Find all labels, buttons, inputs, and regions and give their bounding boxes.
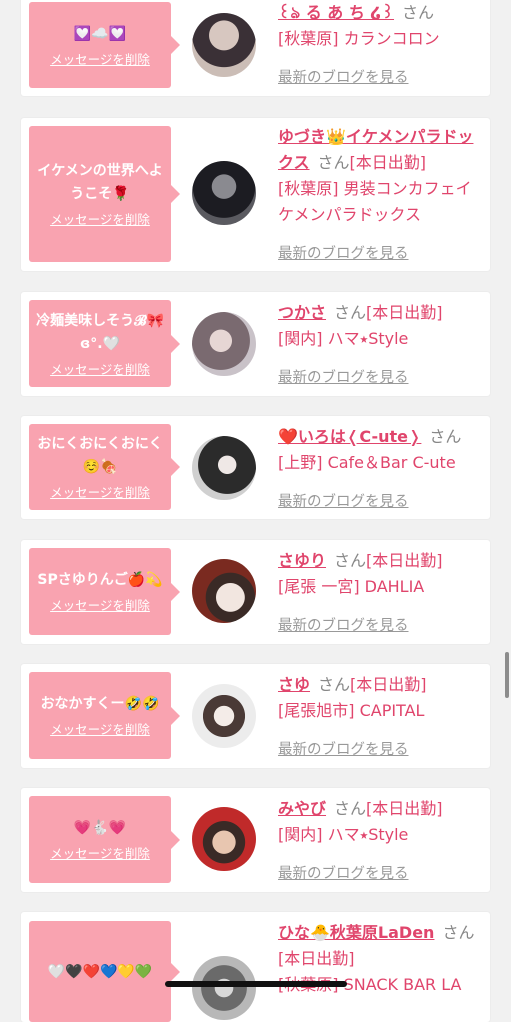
latest-blog-link[interactable]: 最新のブログを見る xyxy=(278,490,409,511)
message-bubble: 💟☁️💟 メッセージを削除 xyxy=(29,2,180,88)
delete-message-link[interactable]: メッセージを削除 xyxy=(50,362,150,378)
avatar[interactable] xyxy=(192,312,256,376)
honorific: さん xyxy=(334,551,367,570)
shift-status: [本日出勤] xyxy=(349,153,427,172)
message-bubble: 冷麺美味しそう𝓑🎀ɞ°.🤍 メッセージを削除 xyxy=(29,300,180,387)
honorific: さん xyxy=(429,427,462,446)
message-bubble: 🤍🖤❤️💙💛💚 xyxy=(29,921,180,1022)
list-item: おなかすくー🤣🤣 メッセージを削除 さゆ さん[本日出勤] [尾張旭市] CAPI… xyxy=(21,664,490,768)
shift-status: [本日出勤] xyxy=(366,551,443,570)
delete-message-link[interactable]: メッセージを削除 xyxy=(50,212,150,228)
message-bubble: 💗🐇💗 メッセージを削除 xyxy=(29,796,180,883)
shift-status: [本日出勤] xyxy=(366,303,443,322)
list-item: 🤍🖤❤️💙💛💚 ひな🐣秋葉原LaDen さん[本日出勤] [秋葉原] SNACK … xyxy=(21,912,490,1022)
list-item: おにくおにくおにく☺️🍖 メッセージを削除 ❤️いろは❬C-ute❭ さん [上野… xyxy=(21,416,490,519)
shop-name: [上野] Cafe＆Bar C-ute xyxy=(278,453,456,472)
home-indicator[interactable] xyxy=(165,981,347,987)
message-text: 💗🐇💗 xyxy=(73,820,127,836)
delete-message-link[interactable]: メッセージを削除 xyxy=(50,846,150,862)
avatar[interactable] xyxy=(192,13,256,77)
latest-blog-link[interactable]: 最新のブログを見る xyxy=(278,66,409,87)
avatar[interactable] xyxy=(192,807,256,871)
list-item: イケメンの世界へようこそ🌹 メッセージを削除 ゆづき👑イケメンパラドックス さん[… xyxy=(21,118,490,271)
shop-name: [秋葉原] 男装コンカフェイケメンパラドックス xyxy=(278,179,472,224)
shift-status: [本日出勤] xyxy=(278,949,355,968)
honorific: さん xyxy=(334,303,367,322)
avatar[interactable] xyxy=(192,436,256,500)
honorific: さん xyxy=(317,153,350,172)
honorific: さん xyxy=(442,923,475,942)
delete-message-link[interactable]: メッセージを削除 xyxy=(50,485,150,501)
message-bubble: SPさゆりんご🍎💫 メッセージを削除 xyxy=(29,548,180,635)
honorific: さん xyxy=(402,3,435,22)
message-text: 冷麺美味しそう𝓑🎀ɞ°.🤍 xyxy=(36,312,164,352)
honorific: さん xyxy=(334,799,367,818)
latest-blog-link[interactable]: 最新のブログを見る xyxy=(278,614,409,635)
cast-name-link[interactable]: つかさ xyxy=(278,303,326,322)
cast-name-link[interactable]: さゆり xyxy=(278,551,326,570)
cast-name-link[interactable]: ❤️いろは❬C-ute❭ xyxy=(278,427,421,446)
shift-status: [本日出勤] xyxy=(350,675,427,694)
cast-name-link[interactable]: みやび xyxy=(278,799,326,818)
honorific: さん xyxy=(318,675,351,694)
message-text: SPさゆりんご🍎💫 xyxy=(37,572,163,588)
message-bubble: イケメンの世界へようこそ🌹 メッセージを削除 xyxy=(29,126,180,262)
shop-name: [尾張旭市] CAPITAL xyxy=(278,701,425,720)
list-item: 冷麺美味しそう𝓑🎀ɞ°.🤍 メッセージを削除 つかさ さん[本日出勤] [関内] … xyxy=(21,292,490,396)
avatar[interactable] xyxy=(192,956,256,1020)
delete-message-link[interactable]: メッセージを削除 xyxy=(50,52,150,68)
latest-blog-link[interactable]: 最新のブログを見る xyxy=(278,366,409,387)
avatar[interactable] xyxy=(192,684,256,748)
message-text: おにくおにくおにく☺️🍖 xyxy=(37,436,163,475)
latest-blog-link[interactable]: 最新のブログを見る xyxy=(278,862,409,883)
scrollbar[interactable] xyxy=(505,652,509,698)
message-text: 💟☁️💟 xyxy=(73,25,127,42)
latest-blog-link[interactable]: 最新のブログを見る xyxy=(278,242,409,263)
cast-name-link[interactable]: ꒰ঌ る あ ち ໒꒱ xyxy=(278,3,394,22)
message-text: イケメンの世界へようこそ🌹 xyxy=(37,163,163,202)
message-bubble: おなかすくー🤣🤣 メッセージを削除 xyxy=(29,672,180,759)
avatar[interactable] xyxy=(192,559,256,623)
list-item: 💟☁️💟 メッセージを削除 ꒰ঌ る あ ち ໒꒱ さん [秋葉原] カランコロン… xyxy=(21,0,490,96)
cast-name-link[interactable]: ひな🐣秋葉原LaDen xyxy=(278,923,434,942)
delete-message-link[interactable]: メッセージを削除 xyxy=(50,722,150,738)
message-text: 🤍🖤❤️💙💛💚 xyxy=(47,964,153,980)
list-item: SPさゆりんご🍎💫 メッセージを削除 さゆり さん[本日出勤] [尾張 一宮] D… xyxy=(21,540,490,644)
message-text: おなかすくー🤣🤣 xyxy=(40,696,160,712)
shift-status: [本日出勤] xyxy=(366,799,443,818)
delete-message-link[interactable]: メッセージを削除 xyxy=(50,598,150,614)
shop-name: [関内] ハマ⭑Style xyxy=(278,825,409,844)
shop-name: [関内] ハマ⭑Style xyxy=(278,329,409,348)
latest-blog-link[interactable]: 最新のブログを見る xyxy=(278,738,409,759)
shop-name: [秋葉原] カランコロン xyxy=(278,29,440,48)
shop-name: [尾張 一宮] DAHLIA xyxy=(278,577,425,596)
cast-name-link[interactable]: さゆ xyxy=(278,675,310,694)
message-bubble: おにくおにくおにく☺️🍖 メッセージを削除 xyxy=(29,424,180,510)
avatar[interactable] xyxy=(192,161,256,225)
list-item: 💗🐇💗 メッセージを削除 みやび さん[本日出勤] [関内] ハマ⭑Style 最… xyxy=(21,788,490,892)
